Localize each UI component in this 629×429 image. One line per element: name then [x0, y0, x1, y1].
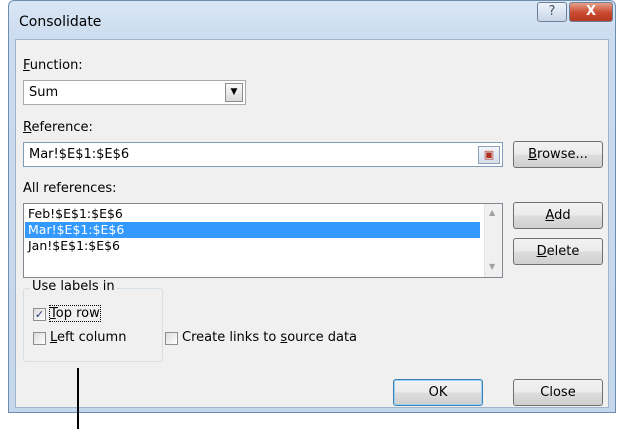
all-references-list[interactable]: Feb!$E$1:$E$6 Mar!$E$1:$E$6 Jan!$E$1:$E$… [23, 203, 503, 278]
close-button[interactable]: Close [513, 379, 603, 406]
reference-value: Mar!$E$1:$E$6 [29, 147, 130, 162]
browse-button[interactable]: Browse... [513, 141, 603, 168]
list-item[interactable]: Feb!$E$1:$E$6 [25, 206, 480, 222]
list-scrollbar[interactable]: ▲ ▼ [484, 204, 502, 277]
delete-button[interactable]: Delete [513, 238, 603, 265]
scroll-down-icon[interactable]: ▼ [489, 262, 495, 271]
reference-input[interactable]: Mar!$E$1:$E$6 ▣ [23, 142, 503, 167]
top-row-checkbox[interactable]: ✓ [33, 308, 46, 321]
use-labels-group [23, 288, 163, 362]
function-value: Sum [29, 85, 59, 100]
list-item[interactable]: Jan!$E$1:$E$6 [25, 238, 480, 254]
dialog-body: Function: Sum ▼ Reference: Mar!$E$1:$E$6… [15, 39, 609, 408]
function-select[interactable]: Sum ▼ [23, 80, 246, 105]
function-label: Function: [23, 58, 83, 73]
chevron-down-icon[interactable]: ▼ [225, 83, 243, 102]
scroll-up-icon[interactable]: ▲ [489, 208, 495, 217]
help-icon: ? [548, 4, 556, 19]
top-row-label[interactable]: Top row [49, 305, 101, 322]
create-links-checkbox[interactable] [165, 332, 178, 345]
title-bar: Consolidate ? X [9, 1, 615, 37]
all-references-label: All references: [23, 181, 117, 196]
consolidate-dialog: Consolidate ? X Function: Sum ▼ Referenc… [8, 0, 616, 413]
ok-button[interactable]: OK [393, 379, 483, 406]
check-icon: ✓ [34, 308, 45, 321]
close-window-button[interactable]: X [569, 2, 613, 22]
dialog-title: Consolidate [19, 14, 102, 30]
left-column-checkbox[interactable] [33, 332, 46, 345]
add-button[interactable]: Add [513, 202, 603, 229]
help-button[interactable]: ? [537, 2, 567, 22]
close-icon: X [585, 4, 597, 19]
list-item-selected[interactable]: Mar!$E$1:$E$6 [25, 222, 480, 238]
create-links-label[interactable]: Create links to source data [182, 330, 357, 345]
reference-label: Reference: [23, 120, 93, 135]
left-column-label[interactable]: Left column [50, 330, 126, 345]
callout-line [77, 368, 79, 429]
collapse-dialog-icon[interactable]: ▣ [478, 146, 500, 164]
use-labels-title: Use labels in [30, 279, 117, 294]
